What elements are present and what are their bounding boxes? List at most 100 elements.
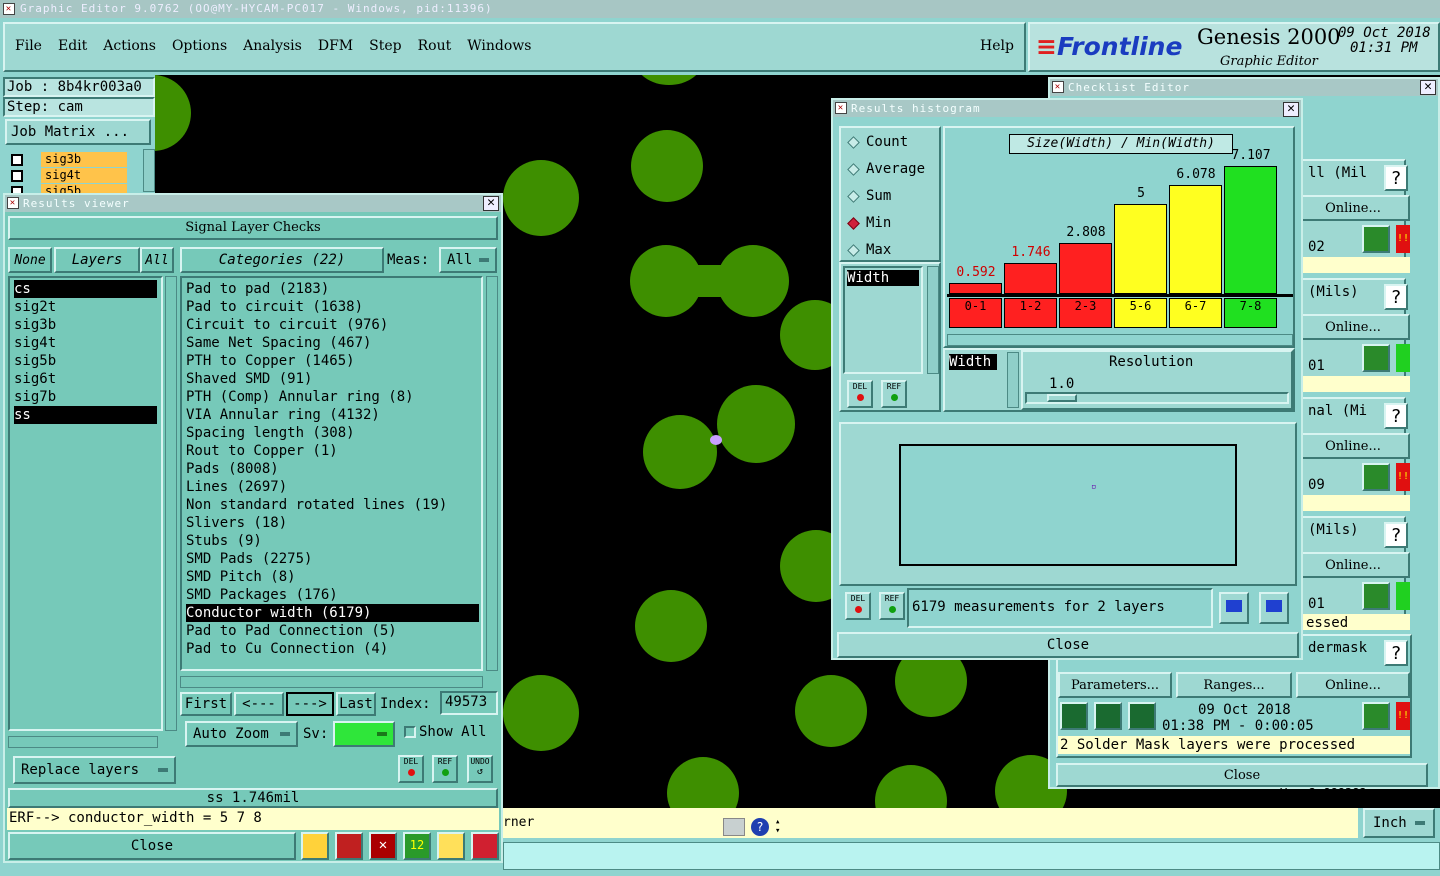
results-close-button[interactable]: Close	[8, 832, 296, 860]
measure-list[interactable]: Width	[843, 266, 923, 374]
category-item[interactable]: VIA Annular ring (4132)	[186, 406, 479, 424]
monitor-icon[interactable]	[335, 832, 363, 860]
menu-options[interactable]: Options	[172, 38, 227, 54]
job-scrollbar[interactable]	[143, 149, 155, 192]
histogram-icon[interactable]	[471, 832, 499, 860]
print-icon[interactable]	[1259, 592, 1289, 624]
layer-checkbox[interactable]	[11, 170, 23, 182]
resolution-thumb[interactable]	[1047, 394, 1077, 402]
meas-dropdown[interactable]: All	[439, 247, 497, 273]
menu-analysis[interactable]: Analysis	[243, 38, 302, 54]
category-item[interactable]: Pad to Cu Connection (4)	[186, 640, 479, 658]
online-button[interactable]: Online...	[1296, 672, 1410, 698]
all-button[interactable]: All	[140, 247, 174, 273]
last-button[interactable]: Last	[336, 692, 376, 716]
menu-windows[interactable]: Windows	[467, 38, 531, 54]
layers-scrollbar[interactable]	[165, 276, 177, 731]
mode-sum[interactable]: Sum	[847, 188, 891, 204]
resolution-slider[interactable]	[1025, 392, 1289, 404]
layer-item[interactable]: sig6t	[14, 370, 157, 388]
zoom-icon[interactable]	[1362, 225, 1390, 253]
category-item[interactable]: SMD Pitch (8)	[186, 568, 479, 586]
category-item[interactable]: PTH (Comp) Annular ring (8)	[186, 388, 479, 406]
category-item[interactable]: Pad to Pad Connection (5)	[186, 622, 479, 640]
hist-del-button[interactable]: DEL	[847, 380, 873, 408]
online-button[interactable]: Online...	[1296, 195, 1410, 221]
ranges-button[interactable]: Ranges...	[1176, 672, 1292, 698]
category-item[interactable]: Circuit to circuit (976)	[186, 316, 479, 334]
index-field[interactable]: 49573	[440, 691, 498, 715]
mode-max[interactable]: Max	[847, 242, 891, 258]
parameters-button[interactable]: Parameters...	[1058, 672, 1172, 698]
preview-box[interactable]: ▫	[899, 444, 1237, 566]
command-line[interactable]	[503, 842, 1440, 870]
results-viewer-close-icon[interactable]: ✕	[483, 196, 499, 211]
keyboard-icon[interactable]	[723, 818, 745, 836]
zoom-icon[interactable]	[1362, 582, 1390, 610]
menu-rout[interactable]: Rout	[418, 38, 452, 54]
layer-item[interactable]: sig5b	[14, 352, 157, 370]
ref-button[interactable]: REF	[432, 755, 458, 783]
no-ref-icon[interactable]: ✕	[369, 832, 397, 860]
auto-zoom-dropdown[interactable]: Auto Zoom	[185, 721, 298, 747]
layer-item[interactable]: ss	[14, 406, 157, 424]
run-stop-icon[interactable]	[1128, 702, 1156, 730]
category-item[interactable]: Pad to circuit (1638)	[186, 298, 479, 316]
mode-count[interactable]: Count	[847, 134, 908, 150]
layer-checkbox[interactable]	[11, 154, 23, 166]
preview-ref-button[interactable]: REF	[879, 592, 905, 620]
zoom-icon[interactable]	[1362, 463, 1390, 491]
help-q-button[interactable]: ?	[1384, 403, 1408, 429]
category-item[interactable]: Conductor width (6179)	[186, 604, 479, 622]
help-circle-icon[interactable]: ?	[751, 818, 769, 836]
category-item[interactable]: Same Net Spacing (467)	[186, 334, 479, 352]
menu-file[interactable]: File	[15, 38, 42, 54]
res-scrollbar[interactable]	[1007, 352, 1019, 408]
category-item[interactable]: Shaved SMD (91)	[186, 370, 479, 388]
unit-dropdown[interactable]: Inch	[1363, 808, 1435, 838]
prev-button[interactable]: <---	[234, 692, 284, 716]
category-item[interactable]: Spacing length (308)	[186, 424, 479, 442]
layers-list[interactable]: cs sig2t sig3b sig4t sig5b sig6t sig7b ss	[8, 276, 163, 731]
checklist-close-button[interactable]: Close	[1056, 763, 1428, 787]
preview-del-button[interactable]: DEL	[845, 592, 871, 620]
histogram-close-icon[interactable]: ✕	[1283, 102, 1299, 117]
replace-layers-dropdown[interactable]: Replace layers	[13, 756, 176, 784]
menu-dfm[interactable]: DFM	[318, 38, 353, 54]
histogram-bar[interactable]	[1224, 166, 1277, 294]
histogram-bar[interactable]	[1114, 204, 1167, 294]
notes-icon[interactable]	[437, 832, 465, 860]
window-menu-icon[interactable]: ✕	[3, 3, 15, 15]
category-item[interactable]: Pads (8008)	[186, 460, 479, 478]
result-marker[interactable]	[710, 435, 722, 445]
layers-hscrollbar[interactable]	[8, 736, 158, 748]
zoom-icon[interactable]	[1362, 702, 1390, 730]
category-item[interactable]: Lines (2697)	[186, 478, 479, 496]
none-button[interactable]: None	[8, 247, 52, 273]
histogram-close-button[interactable]: Close	[837, 632, 1299, 658]
measure-item[interactable]: Width	[847, 270, 919, 286]
layer-item[interactable]: sig2t	[14, 298, 157, 316]
online-button[interactable]: Online...	[1296, 314, 1410, 340]
spin-icon[interactable]: ▴ ▾	[775, 818, 785, 836]
layer-item[interactable]: sig7b	[14, 388, 157, 406]
mode-min[interactable]: Min	[847, 215, 891, 231]
categories-scrollbar[interactable]	[486, 276, 498, 671]
next-button[interactable]: --->	[286, 692, 334, 716]
online-button[interactable]: Online...	[1296, 433, 1410, 459]
menu-actions[interactable]: Actions	[103, 38, 156, 54]
del-button[interactable]: DEL	[398, 755, 424, 783]
first-button[interactable]: First	[180, 692, 232, 716]
job-layer-row[interactable]: sig4t	[7, 168, 142, 184]
layer-item[interactable]: sig3b	[14, 316, 157, 334]
menu-edit[interactable]: Edit	[58, 38, 87, 54]
histogram-bar[interactable]	[1004, 263, 1057, 294]
help-q-button[interactable]: ?	[1384, 522, 1408, 548]
run-all-icon[interactable]	[1094, 702, 1122, 730]
menu-step[interactable]: Step	[369, 38, 401, 54]
online-button[interactable]: Online...	[1296, 552, 1410, 578]
sv-dropdown[interactable]	[333, 721, 395, 747]
category-item[interactable]: Pad to pad (2183)	[186, 280, 479, 298]
categories-list[interactable]: Pad to pad (2183) Pad to circuit (1638) Ci…	[180, 276, 483, 671]
category-item[interactable]: SMD Packages (176)	[186, 586, 479, 604]
